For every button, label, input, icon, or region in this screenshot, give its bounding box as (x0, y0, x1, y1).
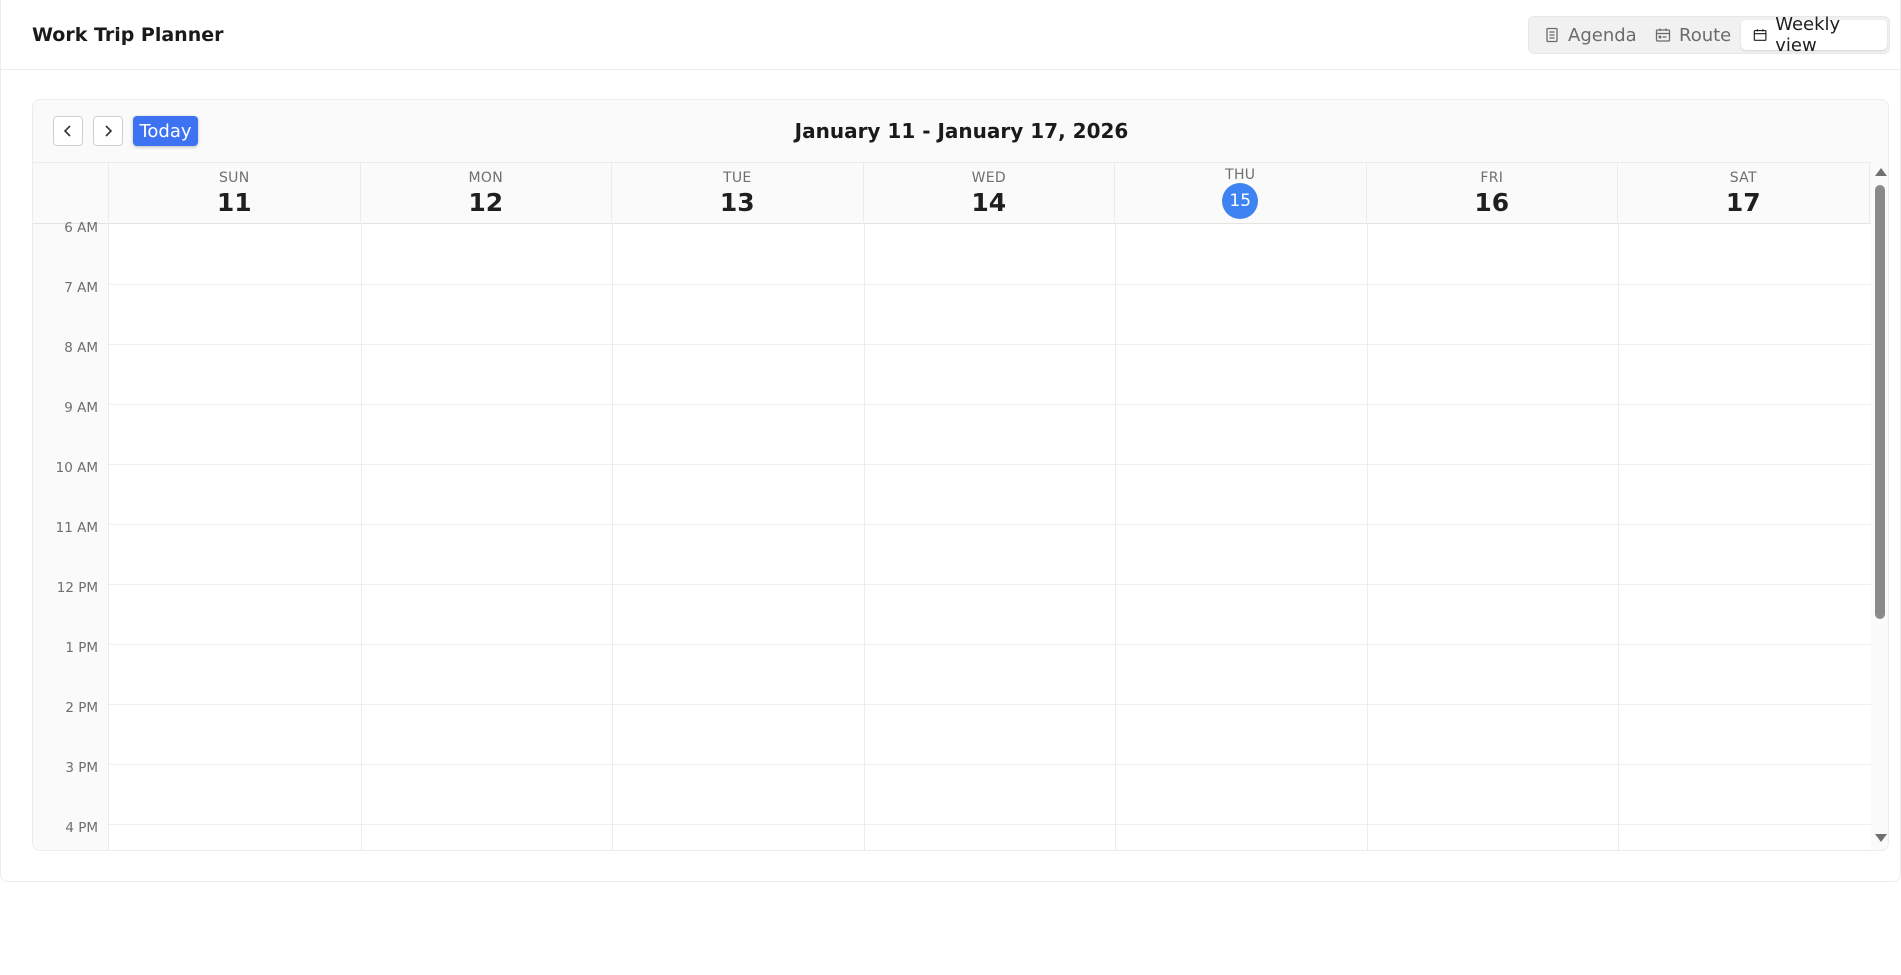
day-name: FRI (1480, 170, 1504, 186)
day-number: 13 (719, 188, 755, 217)
today-date-badge: 15 (1222, 183, 1259, 219)
day-header-wed[interactable]: WED 14 (864, 163, 1115, 224)
weekly-view-label: Weekly view (1775, 14, 1841, 56)
day-header-tue[interactable]: TUE 13 (612, 163, 864, 224)
day-column-divider (1366, 224, 1368, 850)
time-label: 6 AM (64, 220, 98, 236)
hour-gridline (109, 704, 1871, 705)
hour-gridline (109, 284, 1871, 285)
scroll-up-arrow-icon[interactable] (1875, 168, 1887, 176)
chevron-left-icon (63, 125, 71, 137)
day-number: 12 (468, 188, 504, 217)
day-column-divider (1115, 224, 1116, 850)
day-header-mon[interactable]: MON 12 (361, 163, 612, 224)
hour-gridline (109, 524, 1871, 525)
time-label: 11 AM (55, 520, 98, 536)
time-label: 1 PM (65, 640, 98, 656)
time-label: 12 PM (56, 580, 98, 596)
day-column-divider (612, 224, 613, 850)
weekly-view-button[interactable]: Weekly view (1741, 14, 1887, 56)
time-gutter-header (33, 163, 109, 224)
day-number: 16 (1474, 188, 1510, 217)
time-label: 8 AM (64, 340, 98, 356)
scroll-thumb[interactable] (1875, 185, 1885, 619)
weekly-calendar: January 11 - January 17, 2026 Today SUN 1… (32, 99, 1889, 851)
time-label: 10 AM (55, 460, 98, 476)
app-title: Work Trip Planner (32, 24, 224, 46)
agenda-view-button[interactable]: Agenda (1532, 20, 1649, 50)
list-icon (1546, 27, 1558, 43)
day-column-divider (1618, 224, 1619, 850)
day-header-sat[interactable]: SAT 17 (1618, 163, 1870, 224)
time-label: 3 PM (65, 760, 98, 776)
view-switcher: Agenda Route Weekly view (1528, 14, 1890, 56)
previous-week-button[interactable] (53, 116, 83, 146)
top-bar: Work Trip Planner Agenda Route Weekly vi… (1, 0, 1901, 70)
day-number: 17 (1725, 188, 1761, 217)
scroll-down-arrow-icon[interactable] (1875, 834, 1887, 842)
chevron-right-icon (105, 125, 113, 137)
calendar-toolbar: January 11 - January 17, 2026 Today (33, 100, 1888, 162)
calendar-scrollbar[interactable] (1871, 162, 1888, 850)
time-label: 4 PM (65, 820, 98, 836)
day-name: MON (468, 170, 503, 186)
day-header-sun[interactable]: SUN 11 (109, 163, 361, 224)
day-number: 14 (971, 188, 1007, 217)
app-container: Work Trip Planner Agenda Route Weekly vi… (0, 0, 1901, 882)
day-header-thu[interactable]: THU 15 (1115, 163, 1367, 224)
day-name: SUN (218, 170, 250, 186)
hour-gridline (109, 824, 1871, 825)
day-column-divider (360, 224, 362, 850)
hour-gridline (109, 584, 1871, 585)
time-label: 9 AM (64, 400, 98, 416)
time-gutter: 6 AM 7 AM 8 AM 9 AM 10 AM 11 AM 12 PM 1 PM 2 PM 3… (33, 220, 109, 850)
calendar-icon (1753, 29, 1767, 41)
day-name: THU (1225, 167, 1256, 183)
day-header-row: SUN 11 MON 12 TUE 13 WED 14 THU 15 FRI 16 SAT 17 (33, 162, 1871, 224)
hour-gridline (109, 764, 1871, 765)
day-name: TUE (722, 170, 752, 186)
next-week-button[interactable] (93, 116, 123, 146)
today-button[interactable]: Today (133, 116, 198, 146)
day-name: SAT (1729, 170, 1757, 186)
date-range-title: January 11 - January 17, 2026 (794, 119, 1129, 143)
time-grid[interactable]: 6 AM 7 AM 8 AM 9 AM 10 AM 11 AM 12 PM 1 PM 2 PM 3… (33, 220, 1871, 850)
hour-gridline (109, 344, 1871, 345)
hour-gridline (109, 404, 1871, 405)
day-number: 11 (216, 188, 252, 217)
agenda-view-label: Agenda (1568, 24, 1637, 46)
route-view-button[interactable]: Route (1643, 20, 1743, 50)
route-view-label: Route (1679, 24, 1732, 46)
day-name: WED (971, 170, 1006, 186)
time-label: 2 PM (65, 700, 98, 716)
day-header-fri[interactable]: FRI 16 (1367, 163, 1618, 224)
hour-gridline (109, 644, 1871, 645)
route-calendar-icon (1655, 28, 1671, 42)
day-column-divider (863, 224, 865, 850)
time-label: 7 AM (64, 280, 98, 296)
hour-gridline (109, 464, 1871, 465)
